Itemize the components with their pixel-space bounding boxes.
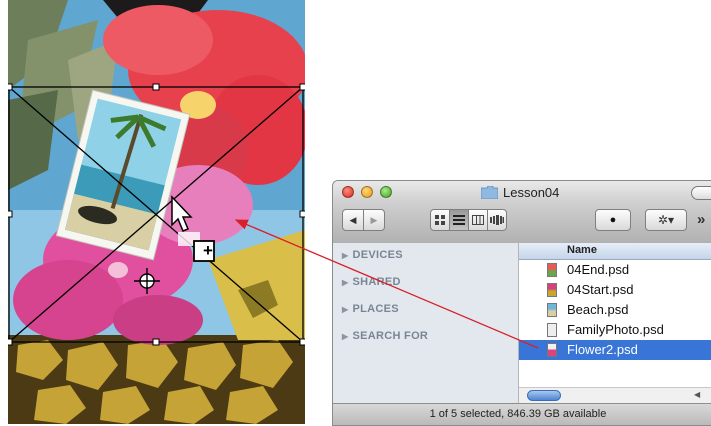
- column-view-icon: [472, 215, 484, 225]
- finder-window: Lesson04 ◀ ▶ ● ✲▾ » ▶ DEVICES ▶ SHARED ▶…: [332, 180, 711, 426]
- file-name: FamilyPhoto.psd: [567, 322, 664, 337]
- status-bar: 1 of 5 selected, 846.39 GB available: [333, 403, 711, 425]
- file-row[interactable]: Beach.psd: [519, 300, 711, 320]
- file-list: Name 04End.psd 04Start.psd Beach.psd Fam…: [519, 243, 711, 403]
- file-row[interactable]: FamilyPhoto.psd: [519, 320, 711, 340]
- list-view-button[interactable]: [449, 209, 469, 231]
- back-arrow-icon: ◀: [349, 215, 357, 225]
- psd-file-icon: [547, 303, 557, 317]
- forward-button[interactable]: ▶: [363, 209, 385, 231]
- horizontal-scrollbar[interactable]: ◀: [519, 387, 711, 404]
- title-bar[interactable]: Lesson04: [333, 181, 711, 203]
- sidebar-section-label: SEARCH FOR: [352, 330, 429, 342]
- psd-file-icon: [547, 263, 557, 277]
- sidebar-section-shared[interactable]: ▶ SHARED: [342, 276, 401, 288]
- psd-file-icon: [547, 323, 557, 337]
- coverflow-view-button[interactable]: [487, 209, 507, 231]
- sidebar-section-label: PLACES: [352, 303, 399, 315]
- coverflow-view-icon: [490, 215, 504, 225]
- sidebar-section-places[interactable]: ▶ PLACES: [342, 303, 399, 315]
- gear-icon: ✲▾: [657, 213, 675, 227]
- file-name: 04End.psd: [567, 262, 630, 277]
- collage-artwork: [8, 0, 305, 424]
- disclosure-triangle-icon[interactable]: ▶: [342, 305, 348, 314]
- icon-view-button[interactable]: [430, 209, 450, 231]
- toolbar-overflow-icon[interactable]: »: [697, 211, 705, 228]
- icon-view-icon: [435, 215, 445, 225]
- minimize-button[interactable]: [361, 186, 373, 198]
- toolbar-toggle-button[interactable]: [691, 186, 711, 200]
- back-button[interactable]: ◀: [342, 209, 364, 231]
- finder-sidebar: ▶ DEVICES ▶ SHARED ▶ PLACES ▶ SEARCH FOR: [333, 243, 519, 403]
- status-text: 1 of 5 selected, 846.39 GB available: [429, 408, 607, 420]
- scroll-left-arrow-icon[interactable]: ◀: [694, 390, 700, 399]
- window-title: Lesson04: [503, 185, 560, 200]
- file-name: Flower2.psd: [567, 342, 638, 357]
- close-button[interactable]: [342, 186, 354, 198]
- eye-icon: ●: [609, 214, 617, 226]
- file-name: 04Start.psd: [567, 282, 634, 297]
- psd-file-icon: [547, 283, 557, 297]
- folder-icon: [481, 186, 498, 199]
- sidebar-section-search-for[interactable]: ▶ SEARCH FOR: [342, 330, 428, 342]
- file-row[interactable]: 04End.psd: [519, 260, 711, 280]
- quick-look-button[interactable]: ●: [595, 209, 631, 231]
- disclosure-triangle-icon[interactable]: ▶: [342, 251, 348, 260]
- finder-toolbar: ◀ ▶ ● ✲▾ »: [333, 203, 711, 244]
- name-column-header[interactable]: Name: [519, 243, 711, 260]
- sidebar-section-label: SHARED: [352, 276, 401, 288]
- action-menu-button[interactable]: ✲▾: [645, 209, 687, 231]
- disclosure-triangle-icon[interactable]: ▶: [342, 332, 348, 341]
- photoshop-canvas[interactable]: +: [8, 0, 305, 424]
- zoom-button[interactable]: [380, 186, 392, 198]
- column-view-button[interactable]: [468, 209, 488, 231]
- place-plus-icon: +: [203, 241, 213, 260]
- psd-file-icon: [547, 343, 557, 357]
- file-row[interactable]: 04Start.psd: [519, 280, 711, 300]
- file-name: Beach.psd: [567, 302, 629, 317]
- file-row-selected[interactable]: Flower2.psd: [519, 340, 711, 360]
- forward-arrow-icon: ▶: [370, 215, 378, 225]
- scrollbar-thumb[interactable]: [527, 390, 561, 401]
- column-header-label: Name: [567, 244, 597, 256]
- list-view-icon: [453, 215, 465, 225]
- disclosure-triangle-icon[interactable]: ▶: [342, 278, 348, 287]
- sidebar-section-devices[interactable]: ▶ DEVICES: [342, 249, 403, 261]
- sidebar-section-label: DEVICES: [352, 249, 403, 261]
